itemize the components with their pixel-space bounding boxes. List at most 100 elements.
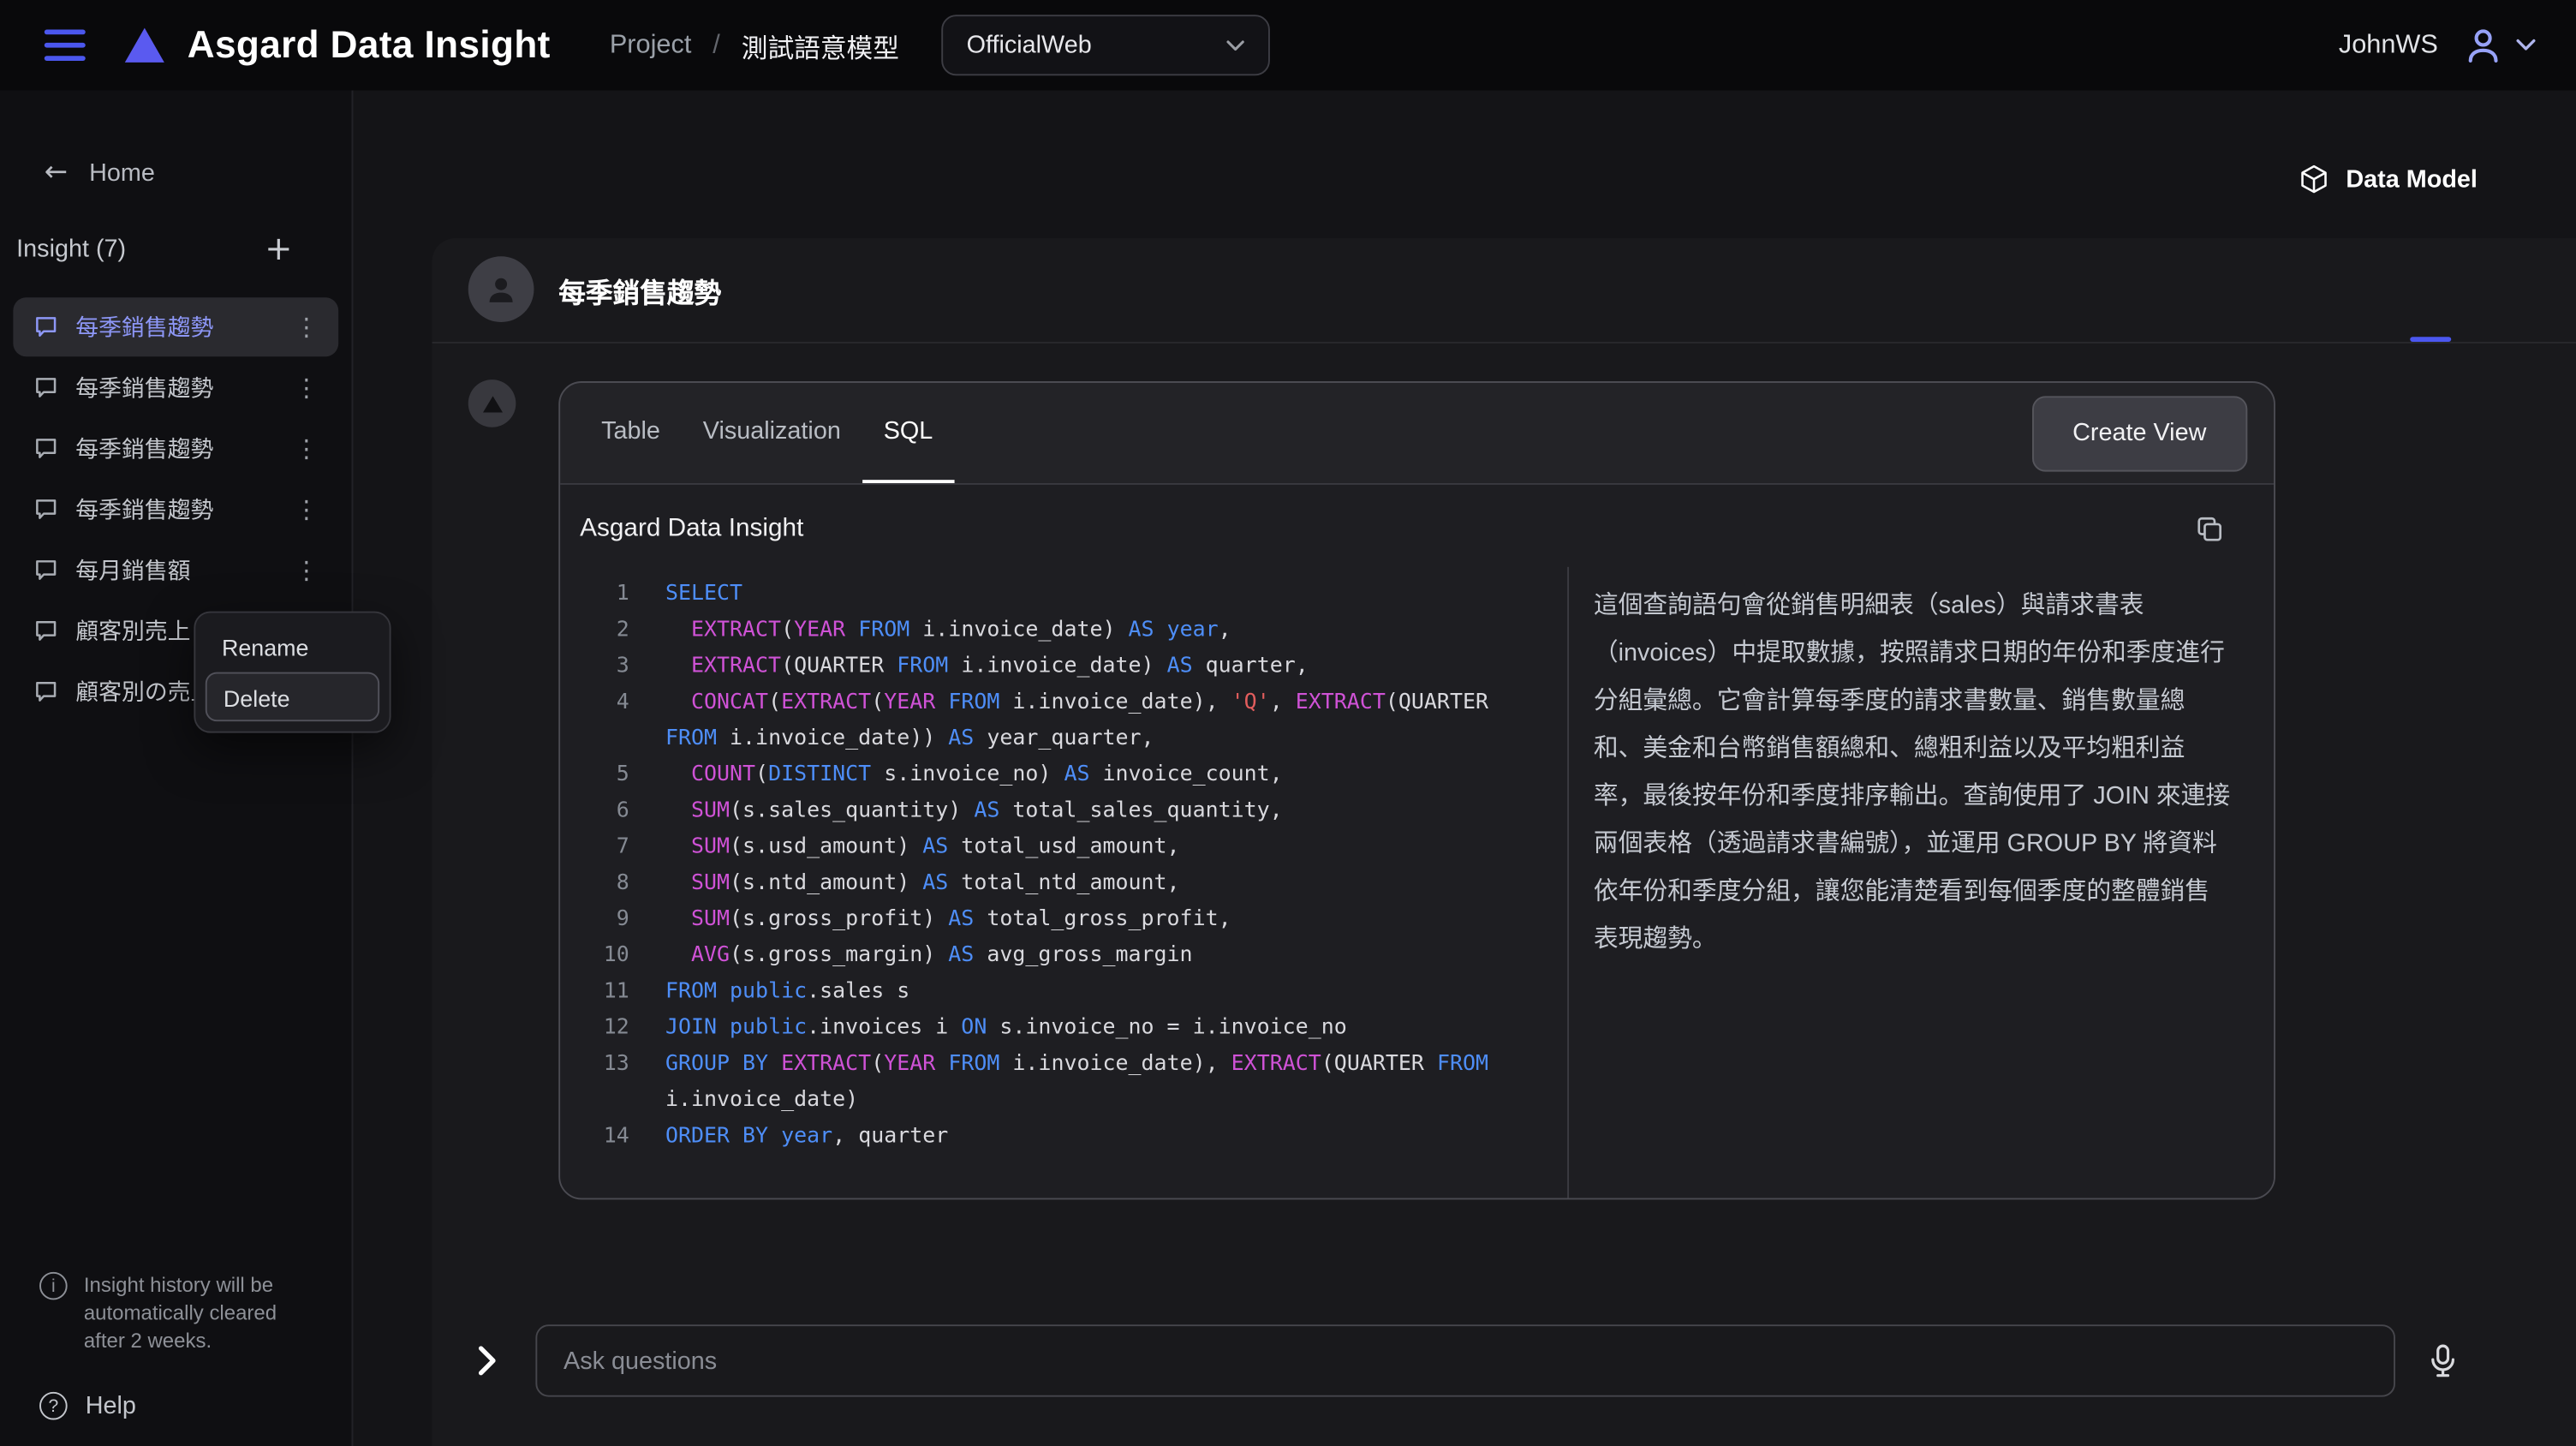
sql-line: 3 EXTRACT(QUARTER FROM i.invoice_date) A… [560, 649, 1567, 685]
insight-item-label: 每季銷售趨勢 [75, 311, 213, 344]
microphone-icon [2425, 1342, 2461, 1378]
hamburger-menu-icon[interactable] [45, 30, 86, 61]
insight-item-label: 每季銷售趨勢 [75, 372, 213, 404]
sql-panel-header: Asgard Data Insight [560, 485, 2274, 567]
chat-bubble-icon [33, 374, 59, 401]
sql-line: 7 SUM(s.usd_amount) AS total_usd_amount, [560, 830, 1567, 866]
sql-line-code: JOIN public.invoices i ON s.invoice_no =… [665, 1011, 1517, 1047]
context-menu-item-delete[interactable]: Delete [206, 672, 379, 722]
top-bar: Asgard Data Insight Project / 測試語意模型 Off… [0, 0, 2576, 91]
breadcrumb-section[interactable]: Project [610, 30, 692, 60]
chat-avatar [468, 256, 534, 322]
person-icon [483, 272, 519, 308]
kebab-menu-icon[interactable]: ⋮ [288, 373, 325, 403]
tab-visualization[interactable]: Visualization [682, 383, 862, 483]
kebab-menu-icon[interactable]: ⋮ [288, 312, 325, 342]
copy-button[interactable] [2195, 514, 2225, 544]
sql-line-code: SUM(s.sales_quantity) AS total_sales_qua… [665, 794, 1517, 830]
add-insight-button[interactable]: + [265, 229, 292, 268]
sql-explanation: 這個查詢語句會從銷售明細表（sales）與請求書表（invoices）中提取數據… [1567, 567, 2274, 1198]
breadcrumb-separator: / [713, 30, 720, 60]
line-number: 10 [560, 938, 629, 974]
kebab-menu-icon[interactable]: ⋮ [288, 555, 325, 585]
sidebar-insight-item[interactable]: 每季銷售趨勢 ⋮ [13, 480, 338, 539]
sql-line-code: SUM(s.usd_amount) AS total_usd_amount, [665, 830, 1517, 866]
assistant-avatar-icon [482, 395, 502, 411]
sql-line-code: SUM(s.gross_profit) AS total_gross_profi… [665, 902, 1517, 938]
line-number: 7 [560, 830, 629, 866]
chat-panel: 每季銷售趨勢 TableVisualizationSQLCreate View … [432, 238, 2576, 1446]
sql-line-code: COUNT(DISTINCT s.invoice_no) AS invoice_… [665, 757, 1517, 793]
create-view-button[interactable]: Create View [2031, 395, 2247, 470]
context-menu-item-rename[interactable]: Rename [206, 623, 379, 672]
scroll-indicator[interactable] [2410, 337, 2451, 342]
assistant-avatar [468, 379, 516, 427]
result-tabbar: TableVisualizationSQL Create View [560, 383, 2274, 485]
data-model-icon [2299, 163, 2329, 195]
chevron-down-icon [2515, 38, 2537, 52]
sql-line-code: GROUP BY EXTRACT(YEAR FROM i.invoice_dat… [665, 1047, 1517, 1119]
tab-sql[interactable]: SQL [862, 383, 954, 483]
chat-header: 每季銷售趨勢 [432, 238, 2576, 344]
insight-item-label: 顧客別売上 [75, 614, 190, 647]
chat-bubble-icon [33, 314, 59, 340]
kebab-menu-icon[interactable]: ⋮ [288, 494, 325, 524]
sidebar: ← Home Insight (7) + 每季銷售趨勢 ⋮ 每季銷售趨勢 ⋮ 每… [0, 91, 353, 1446]
sql-line: 5 COUNT(DISTINCT s.invoice_no) AS invoic… [560, 757, 1567, 793]
sql-line: 11 FROM public.sales s [560, 975, 1567, 1011]
sql-line-code: SELECT [665, 577, 1517, 612]
home-label: Home [89, 158, 155, 187]
line-number: 6 [560, 794, 629, 830]
help-icon: ? [39, 1392, 68, 1420]
sidebar-insight-item[interactable]: 每季銷售趨勢 ⋮ [13, 297, 338, 356]
breadcrumb: Project / 測試語意模型 [610, 26, 899, 65]
sql-panel: Asgard Data Insight 1SELECT2 EXTRACT(YEA… [560, 485, 2274, 1198]
sql-line: 6 SUM(s.sales_quantity) AS total_sales_q… [560, 794, 1567, 830]
sql-line-code: FROM public.sales s [665, 975, 1517, 1011]
sql-line-code: EXTRACT(YEAR FROM i.invoice_date) AS yea… [665, 613, 1517, 649]
line-number: 12 [560, 1011, 629, 1047]
sql-line: 12 JOIN public.invoices i ON s.invoice_no… [560, 1011, 1567, 1047]
insight-section-header: Insight (7) + [0, 229, 352, 268]
user-avatar-icon [2465, 27, 2502, 64]
ask-input[interactable] [535, 1324, 2395, 1396]
line-number: 1 [560, 577, 629, 612]
sql-line: 4 CONCAT(EXTRACT(YEAR FROM i.invoice_dat… [560, 685, 1567, 757]
sql-line: 14ORDER BY year, quarter [560, 1119, 1567, 1155]
sql-line-code: CONCAT(EXTRACT(YEAR FROM i.invoice_date)… [665, 685, 1517, 757]
sidebar-insight-item[interactable]: 每季銷售趨勢 ⋮ [13, 358, 338, 417]
user-name: JohnWS [2339, 30, 2438, 60]
user-menu[interactable]: JohnWS [2339, 27, 2537, 64]
home-button[interactable]: ← Home [45, 156, 352, 188]
data-model-label: Data Model [2346, 165, 2477, 194]
sql-panel-body: 1SELECT2 EXTRACT(YEAR FROM i.invoice_dat… [560, 567, 2274, 1198]
kebab-menu-icon[interactable]: ⋮ [288, 433, 325, 463]
data-model-button[interactable]: Data Model [2299, 163, 2478, 195]
sidebar-insight-item[interactable]: 每季銷售趨勢 ⋮ [13, 419, 338, 478]
back-arrow-icon: ← [45, 156, 68, 188]
project-select[interactable]: OfficialWeb [942, 15, 1271, 75]
sql-code: 1SELECT2 EXTRACT(YEAR FROM i.invoice_dat… [560, 567, 1567, 1198]
insight-item-label: 每月銷售額 [75, 553, 190, 586]
copy-icon [2195, 514, 2225, 544]
sql-line-code: ORDER BY year, quarter [665, 1119, 1517, 1155]
chevron-down-icon [1226, 39, 1246, 51]
sidebar-insight-item[interactable]: 每月銷售額 ⋮ [13, 541, 338, 600]
sql-line-code: SUM(s.ntd_amount) AS total_ntd_amount, [665, 866, 1517, 902]
sql-line: 9 SUM(s.gross_profit) AS total_gross_pro… [560, 902, 1567, 938]
history-note: i Insight history will be automatically … [39, 1272, 331, 1356]
history-note-text: Insight history will be automatically cl… [84, 1272, 317, 1356]
sql-line: 10 AVG(s.gross_margin) AS avg_gross_marg… [560, 938, 1567, 974]
sql-line: 13GROUP BY EXTRACT(YEAR FROM i.invoice_d… [560, 1047, 1567, 1119]
line-number: 8 [560, 866, 629, 902]
help-button[interactable]: ? Help [39, 1392, 136, 1420]
info-icon: i [39, 1272, 68, 1300]
microphone-button[interactable] [2425, 1342, 2461, 1378]
insight-item-label: 顧客別の売上 [75, 675, 213, 708]
sql-panel-title: Asgard Data Insight [580, 514, 803, 544]
sql-line-code: EXTRACT(QUARTER FROM i.invoice_date) AS … [665, 649, 1517, 685]
sql-line-code: AVG(s.gross_margin) AS avg_gross_margin [665, 938, 1517, 974]
expand-chevron-icon[interactable] [476, 1344, 509, 1377]
line-number: 11 [560, 975, 629, 1011]
tab-table[interactable]: Table [580, 383, 682, 483]
